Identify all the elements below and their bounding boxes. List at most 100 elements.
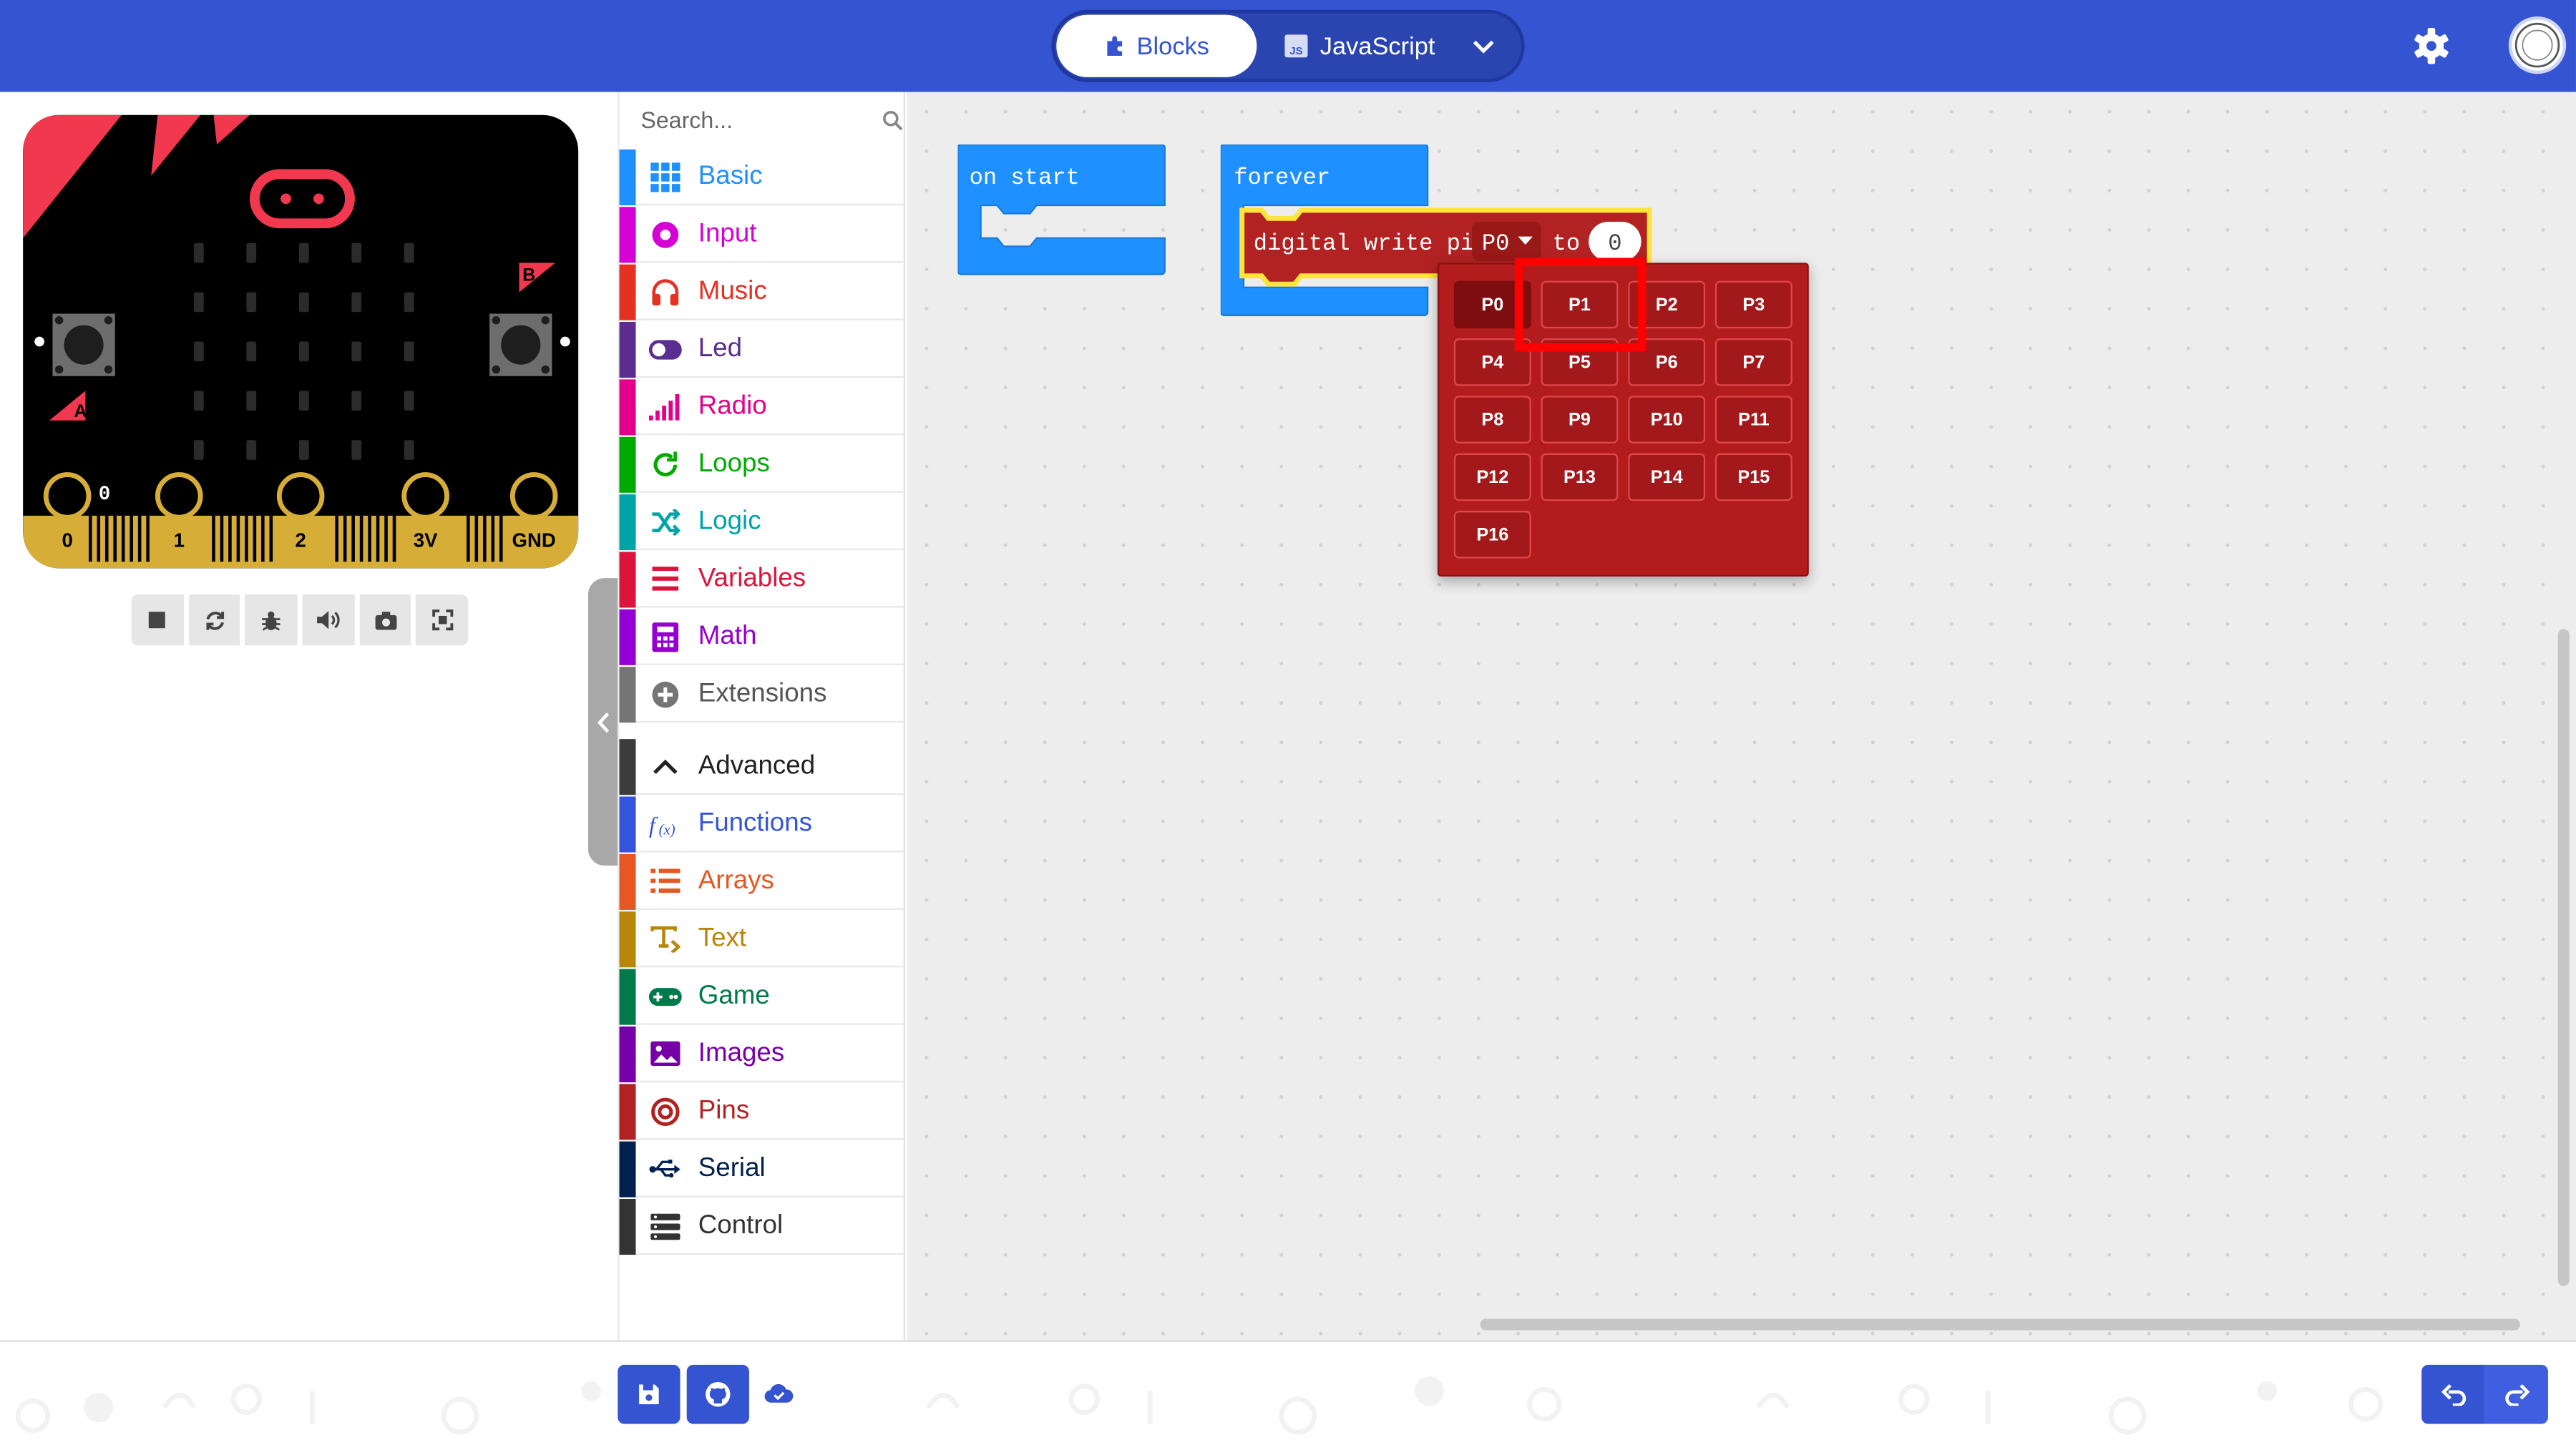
category-control[interactable]: Control [619, 1197, 904, 1255]
category-loops[interactable]: Loops [619, 436, 904, 493]
simulator-collapse-handle[interactable] [587, 578, 618, 866]
category-label: Arrays [698, 866, 774, 895]
vertical-scrollbar[interactable] [2557, 629, 2570, 1286]
svg-text:(x): (x) [659, 821, 675, 837]
pin-option-p1[interactable]: P1 [1541, 280, 1619, 329]
category-basic[interactable]: Basic [619, 148, 904, 205]
restart-button[interactable] [188, 594, 240, 646]
svg-text:2: 2 [295, 529, 306, 552]
svg-text:A: A [74, 401, 87, 421]
category-color-bar [619, 665, 636, 722]
footer-pattern [15, 1376, 2384, 1435]
category-label: Music [698, 276, 767, 305]
shuffle-icon [649, 505, 682, 538]
category-pins[interactable]: Pins [619, 1083, 904, 1140]
stop-button[interactable] [131, 594, 184, 646]
pin-option-p11[interactable]: P11 [1714, 396, 1792, 444]
redo-button[interactable] [2484, 1364, 2548, 1424]
category-label: Text [698, 924, 747, 952]
pin-option-p12[interactable]: P12 [1453, 453, 1531, 501]
radio-button-icon [649, 217, 682, 250]
pin-option-p13[interactable]: P13 [1541, 453, 1619, 501]
plus-circle-icon [649, 677, 682, 710]
screenshot-button[interactable] [359, 594, 411, 646]
category-functions[interactable]: f (x) Functions [619, 795, 904, 853]
tab-javascript[interactable]: JS JavaScript [1268, 15, 1452, 77]
category-math[interactable]: Math [619, 608, 904, 665]
pin-option-p3[interactable]: P3 [1714, 280, 1792, 329]
on-start-block[interactable]: on start [957, 144, 1171, 285]
tab-blocks[interactable]: Blocks [1056, 14, 1257, 77]
pin-option-p6[interactable]: P6 [1628, 338, 1706, 386]
category-music[interactable]: Music [619, 263, 904, 320]
editor-dropdown-button[interactable] [1462, 26, 1505, 66]
pin-option-p15[interactable]: P15 [1714, 453, 1792, 501]
svg-text:0: 0 [62, 529, 72, 552]
signal-bars-icon [648, 390, 682, 423]
category-variables[interactable]: Variables [619, 551, 904, 608]
save-icon [639, 1384, 659, 1404]
category-logic[interactable]: Logic [619, 493, 904, 551]
settings-button[interactable] [2409, 23, 2454, 69]
sound-button[interactable] [302, 594, 355, 646]
toolbox-search [620, 95, 904, 144]
category-color-bar [619, 968, 636, 1024]
undo-button[interactable] [2421, 1364, 2486, 1424]
category-text[interactable]: Text [619, 911, 904, 968]
pin-option-p8[interactable]: P8 [1453, 396, 1531, 444]
simulator-controls [131, 594, 469, 646]
pin-option-p9[interactable]: P9 [1541, 396, 1619, 444]
category-input[interactable]: Input [619, 206, 904, 263]
target-icon [649, 1094, 682, 1127]
category-game[interactable]: Game [619, 968, 904, 1025]
pin-option-p16[interactable]: P16 [1453, 511, 1531, 559]
grid-icon [649, 160, 682, 193]
pin-dropdown-menu: P0 P1 P2 P3 P4 P5 P6 P7 P8 P9 P10 P11 P1… [1437, 263, 1809, 577]
category-color-bar [619, 1025, 636, 1082]
stop-icon [149, 612, 166, 629]
horizontal-scrollbar[interactable] [1480, 1318, 2520, 1331]
debug-button[interactable] [245, 594, 298, 646]
pin-option-p4[interactable]: P4 [1453, 338, 1531, 386]
category-led[interactable]: Led [619, 320, 904, 378]
cloud-icon[interactable] [764, 1381, 794, 1404]
puzzle-icon [1107, 36, 1122, 57]
search-input[interactable] [640, 107, 854, 133]
category-color-bar [619, 608, 636, 665]
category-arrays[interactable]: Arrays [619, 853, 904, 910]
chevron-up-icon [649, 750, 682, 783]
category-color-bar [619, 436, 636, 492]
text-icon [649, 922, 682, 955]
category-label: Game [698, 981, 770, 1009]
chevron-down-icon [1473, 39, 1494, 53]
pin-option-p7[interactable]: P7 [1714, 338, 1792, 386]
pin-option-p14[interactable]: P14 [1628, 453, 1706, 501]
category-label: Basic [698, 162, 763, 190]
category-color-bar [619, 551, 636, 607]
screenshot-icon [374, 611, 396, 630]
github-button[interactable] [686, 1364, 749, 1424]
toggle-icon [648, 333, 682, 366]
category-color-bar [619, 206, 636, 263]
pin-option-p2[interactable]: P2 [1628, 280, 1706, 329]
list-icon [649, 865, 682, 898]
category-radio[interactable]: Radio [619, 378, 904, 436]
svg-text:3V: 3V [414, 529, 438, 552]
js-icon: JS [1285, 34, 1309, 58]
calculator-icon [649, 620, 682, 653]
user-avatar[interactable] [2508, 16, 2567, 74]
microbit-board[interactable]: A B 0 1 2 3V GND 0 [23, 114, 579, 569]
microbit-graphic: A B 0 1 2 3V GND 0 [23, 114, 579, 569]
fullscreen-button[interactable] [416, 594, 469, 646]
category-serial[interactable]: Serial [619, 1140, 904, 1197]
category-advanced[interactable]: Advanced [619, 738, 904, 795]
category-images[interactable]: Images [619, 1025, 904, 1082]
category-color-bar [619, 1083, 636, 1140]
debug-icon [262, 610, 280, 630]
pin-option-p5[interactable]: P5 [1541, 338, 1619, 386]
search-icon[interactable] [882, 107, 904, 132]
save-button[interactable] [618, 1364, 680, 1424]
pin-option-p0[interactable]: P0 [1453, 280, 1531, 329]
category-extensions[interactable]: Extensions [619, 665, 904, 723]
pin-option-p10[interactable]: P10 [1628, 396, 1706, 444]
